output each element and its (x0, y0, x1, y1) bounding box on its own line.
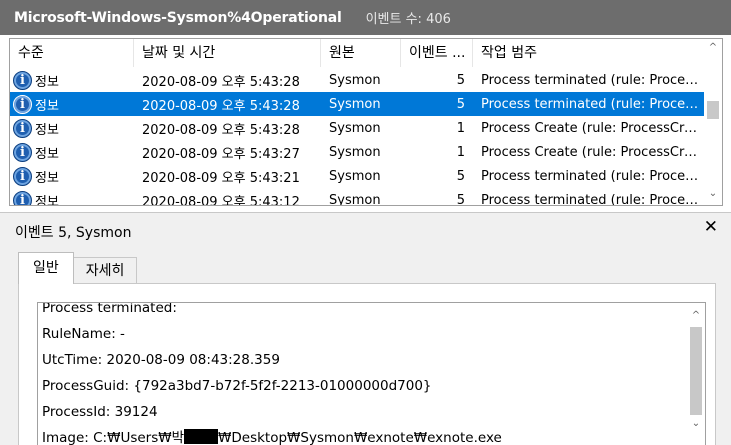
level-cell: i 정보 (10, 142, 134, 162)
date-cell: 2020-08-09 오후 5:43:27 (142, 146, 300, 162)
info-icon: i (13, 166, 32, 186)
event-id-cell: 1 (456, 120, 465, 136)
event-id-cell: 1 (456, 144, 465, 160)
description-line: Process terminated: (42, 302, 177, 316)
date-cell: 2020-08-09 오후 5:43:12 (142, 194, 300, 206)
table-row[interactable]: i 정보 2020-08-09 오후 5:43:28 Sysmon 5 Proce… (10, 68, 704, 92)
column-header-row: 수준 날짜 및 시간 원본 이벤트 ... 작업 범주 (10, 39, 704, 67)
description-scrollbar[interactable]: ^ ⌄ (687, 303, 705, 445)
event-count: 이벤트 수: 406 (365, 12, 451, 27)
scroll-up-icon[interactable]: ^ (704, 39, 722, 57)
info-icon: i (13, 70, 32, 90)
event-list[interactable]: 수준 날짜 및 시간 원본 이벤트 ... 작업 범주 i 정보 2020-08-… (9, 38, 723, 206)
source-cell: Sysmon (329, 144, 381, 160)
tab-details[interactable]: 자세히 (72, 257, 138, 284)
image-path-prefix: Image: C:₩Users₩박 (42, 430, 185, 445)
date-cell: 2020-08-09 오후 5:43:28 (142, 74, 300, 90)
redaction-bar (184, 429, 219, 444)
scroll-thumb[interactable] (707, 101, 719, 119)
column-header-task[interactable]: 작업 범주 (473, 39, 704, 67)
event-list-scrollbar[interactable]: ^ ⌄ (704, 39, 722, 205)
event-detail-panel: 이벤트 5, Sysmon ✕ 일반 자세히 Process terminate… (0, 212, 731, 445)
table-row[interactable]: i 정보 2020-08-09 오후 5:43:27 Sysmon 1 Proce… (10, 140, 704, 164)
event-description-textbox[interactable]: Process terminated: RuleName: - UtcTime:… (37, 302, 706, 445)
description-line: ProcessId: 39124 (42, 404, 158, 420)
source-cell: Sysmon (329, 120, 381, 136)
source-cell: Sysmon (329, 168, 381, 184)
event-id-cell: 5 (456, 72, 465, 88)
level-text: 정보 (35, 170, 59, 186)
table-row[interactable]: i 정보 2020-08-09 오후 5:43:28 Sysmon 1 Proce… (10, 116, 704, 140)
info-icon: i (13, 118, 32, 138)
description-line: UtcTime: 2020-08-09 08:43:28.359 (42, 352, 280, 368)
scroll-down-icon[interactable]: ⌄ (704, 185, 722, 203)
event-id-cell: 5 (456, 168, 465, 184)
tab-content: Process terminated: RuleName: - UtcTime:… (18, 283, 716, 445)
scroll-thumb[interactable] (690, 327, 702, 415)
event-id-cell: 5 (456, 192, 465, 206)
description-line-image: Image: C:₩Users₩박 ₩Desktop₩Sysmon₩exnote₩… (42, 425, 502, 445)
level-cell: i 정보 (10, 166, 134, 186)
log-name: Microsoft-Windows-Sysmon%4Operational (14, 9, 342, 26)
column-header-event-id[interactable]: 이벤트 ... (401, 39, 473, 67)
level-text: 정보 (35, 98, 59, 114)
task-cell: Process terminated (rule: Proces... (481, 72, 704, 88)
date-cell: 2020-08-09 오후 5:43:28 (142, 122, 300, 138)
level-cell: i 정보 (10, 94, 134, 114)
info-icon: i (13, 94, 32, 114)
description-lines: Process terminated: RuleName: - UtcTime:… (42, 302, 502, 445)
task-cell: Process Create (rule: ProcessCre... (481, 144, 704, 160)
source-cell: Sysmon (329, 192, 381, 206)
task-cell: Process terminated (rule: Proces... (481, 168, 704, 184)
description-line: ProcessGuid: {792a3bd7-b72f-5f2f-2213-01… (42, 378, 432, 394)
event-id-cell: 5 (456, 96, 465, 112)
log-header: Microsoft-Windows-Sysmon%4Operational 이벤… (0, 0, 731, 35)
column-header-source[interactable]: 원본 (321, 39, 401, 67)
date-cell: 2020-08-09 오후 5:43:28 (142, 98, 300, 114)
info-icon: i (13, 142, 32, 162)
description-line: RuleName: - (42, 326, 125, 342)
level-cell: i 정보 (10, 190, 134, 206)
task-cell: Process Create (rule: ProcessCre... (481, 120, 704, 136)
table-row-selected[interactable]: i 정보 2020-08-09 오후 5:43:28 Sysmon 5 Proce… (10, 92, 704, 116)
detail-title: 이벤트 5, Sysmon (15, 225, 132, 241)
level-cell: i 정보 (10, 118, 134, 138)
event-rows: i 정보 2020-08-09 오후 5:43:28 Sysmon 5 Proce… (10, 68, 704, 206)
info-icon: i (13, 190, 32, 205)
table-row[interactable]: i 정보 2020-08-09 오후 5:43:12 Sysmon 5 Proce… (10, 188, 704, 206)
level-text: 정보 (35, 122, 59, 138)
level-text: 정보 (35, 74, 59, 90)
table-row[interactable]: i 정보 2020-08-09 오후 5:43:21 Sysmon 5 Proce… (10, 164, 704, 188)
image-path-suffix: ₩Desktop₩Sysmon₩exnote₩exnote.exe (218, 430, 502, 445)
task-cell: Process terminated (rule: Proces... (481, 96, 704, 112)
source-cell: Sysmon (329, 72, 381, 88)
column-header-date[interactable]: 날짜 및 시간 (134, 39, 321, 67)
source-cell: Sysmon (329, 96, 381, 112)
date-cell: 2020-08-09 오후 5:43:21 (142, 170, 300, 186)
level-text: 정보 (35, 146, 59, 162)
column-header-level[interactable]: 수준 (10, 39, 134, 67)
detail-tabs: 일반 자세히 (18, 252, 138, 284)
task-cell: Process terminated (rule: Proces... (481, 192, 704, 206)
scroll-down-icon[interactable]: ⌄ (687, 415, 705, 433)
tab-general[interactable]: 일반 (18, 252, 74, 284)
scroll-up-icon[interactable]: ^ (687, 307, 705, 325)
close-icon[interactable]: ✕ (704, 217, 718, 237)
level-text: 정보 (35, 194, 59, 206)
level-cell: i 정보 (10, 70, 134, 90)
